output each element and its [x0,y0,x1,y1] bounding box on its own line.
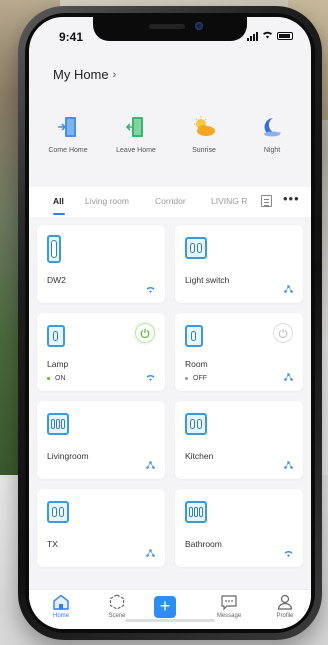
mesh-icon [284,461,293,471]
device-name: TX [47,539,58,549]
nav-home[interactable]: Home [41,594,81,619]
home-selector[interactable]: My Home › [53,67,116,82]
more-options-icon[interactable]: ••• [283,191,300,206]
scene-night[interactable]: Night [241,115,303,154]
device-card-tx[interactable]: TX [37,489,165,567]
home-title: My Home [53,67,109,82]
switch-1gang-icon [47,325,65,347]
tab-living-room[interactable]: Living room [85,196,129,206]
home-icon [52,594,70,610]
scene-label: Sunrise [192,147,216,154]
room-list-icon[interactable] [261,195,272,207]
room-tabs: All Living room Corridor LIVING R ••• [29,187,311,217]
wifi-status-icon [262,30,273,42]
nav-label: Scene [108,613,126,619]
device-name: DW2 [47,275,66,285]
switch-2gang-icon [185,237,207,259]
power-button[interactable] [273,323,293,343]
nav-label: Message [216,613,242,619]
switch-3gang-icon [47,413,69,435]
device-state-text: ON [55,375,66,382]
wifi-icon [146,374,155,383]
status-dot [47,377,50,380]
home-indicator [125,619,215,622]
sun-cloud-icon [191,115,217,139]
status-icons [247,30,293,42]
message-icon [220,594,238,611]
wifi-icon [284,550,293,559]
scene-come-home[interactable]: Come Home [37,115,99,154]
device-card-dw2[interactable]: DW2 [37,225,165,303]
status-time: 9:41 [59,30,84,44]
device-card-kitchen[interactable]: Kitchen [175,401,303,479]
device-state: ON [47,375,66,382]
status-dot [185,377,188,380]
door-exit-icon [123,115,149,139]
switch-2gang-icon [185,413,207,435]
tab-living-r[interactable]: LIVING R [211,196,247,206]
moon-icon [259,115,285,139]
mesh-icon [284,285,293,295]
cellular-signal-icon [247,31,258,41]
chevron-right-icon: › [112,68,117,81]
front-camera [195,22,203,30]
bottom-navigation: Home Scene + Message Profile [29,589,311,629]
tab-corridor[interactable]: Corridor [155,196,186,206]
device-card-livingroom[interactable]: Livingroom [37,401,165,479]
device-state-text: OFF [193,375,207,382]
device-card-bathroom[interactable]: Bathroom [175,489,303,567]
mesh-icon [284,373,293,383]
wifi-icon [146,286,155,295]
switch-3gang-icon [185,501,207,523]
switch-2gang-icon [47,501,69,523]
switch-1gang-icon [185,325,203,347]
power-button[interactable] [135,323,155,343]
user-icon [276,594,294,610]
door-sensor-icon [47,235,61,263]
phone-notch [93,17,247,41]
battery-icon [277,32,293,40]
active-tab-indicator [53,213,65,215]
device-name: Light switch [185,275,230,285]
nav-scene[interactable]: Scene [97,594,137,619]
device-card-light-switch[interactable]: Light switch [175,225,303,303]
phone-frame: 9:41 My Home › Come Home Leave Home Sunr… [18,6,322,640]
add-device-button[interactable]: + [154,596,176,618]
device-name: Room [185,359,208,369]
device-card-lamp[interactable]: Lamp ON [37,313,165,391]
device-name: Bathroom [185,539,222,549]
device-name: Lamp [47,359,69,369]
scene-hexagon-icon [108,594,126,610]
app-screen: 9:41 My Home › Come Home Leave Home Sunr… [29,17,311,629]
scene-leave-home[interactable]: Leave Home [105,115,167,154]
scene-label: Leave Home [116,147,156,154]
nav-label: Profile [276,613,294,619]
nav-message[interactable]: Message [209,594,249,619]
device-card-room[interactable]: Room OFF [175,313,303,391]
tab-all[interactable]: All [53,196,64,206]
device-name: Livingroom [47,451,89,461]
speaker-grille [149,24,185,29]
mesh-icon [146,461,155,471]
device-name: Kitchen [185,451,214,461]
scene-sunrise[interactable]: Sunrise [173,115,235,154]
device-state: OFF [185,375,207,382]
scene-shortcuts: Come Home Leave Home Sunrise Night [37,115,303,154]
scene-label: Night [263,147,281,154]
nav-profile[interactable]: Profile [265,594,305,619]
scene-label: Come Home [48,147,88,154]
mesh-icon [146,549,155,559]
door-enter-icon [55,115,81,139]
nav-label: Home [52,613,69,619]
